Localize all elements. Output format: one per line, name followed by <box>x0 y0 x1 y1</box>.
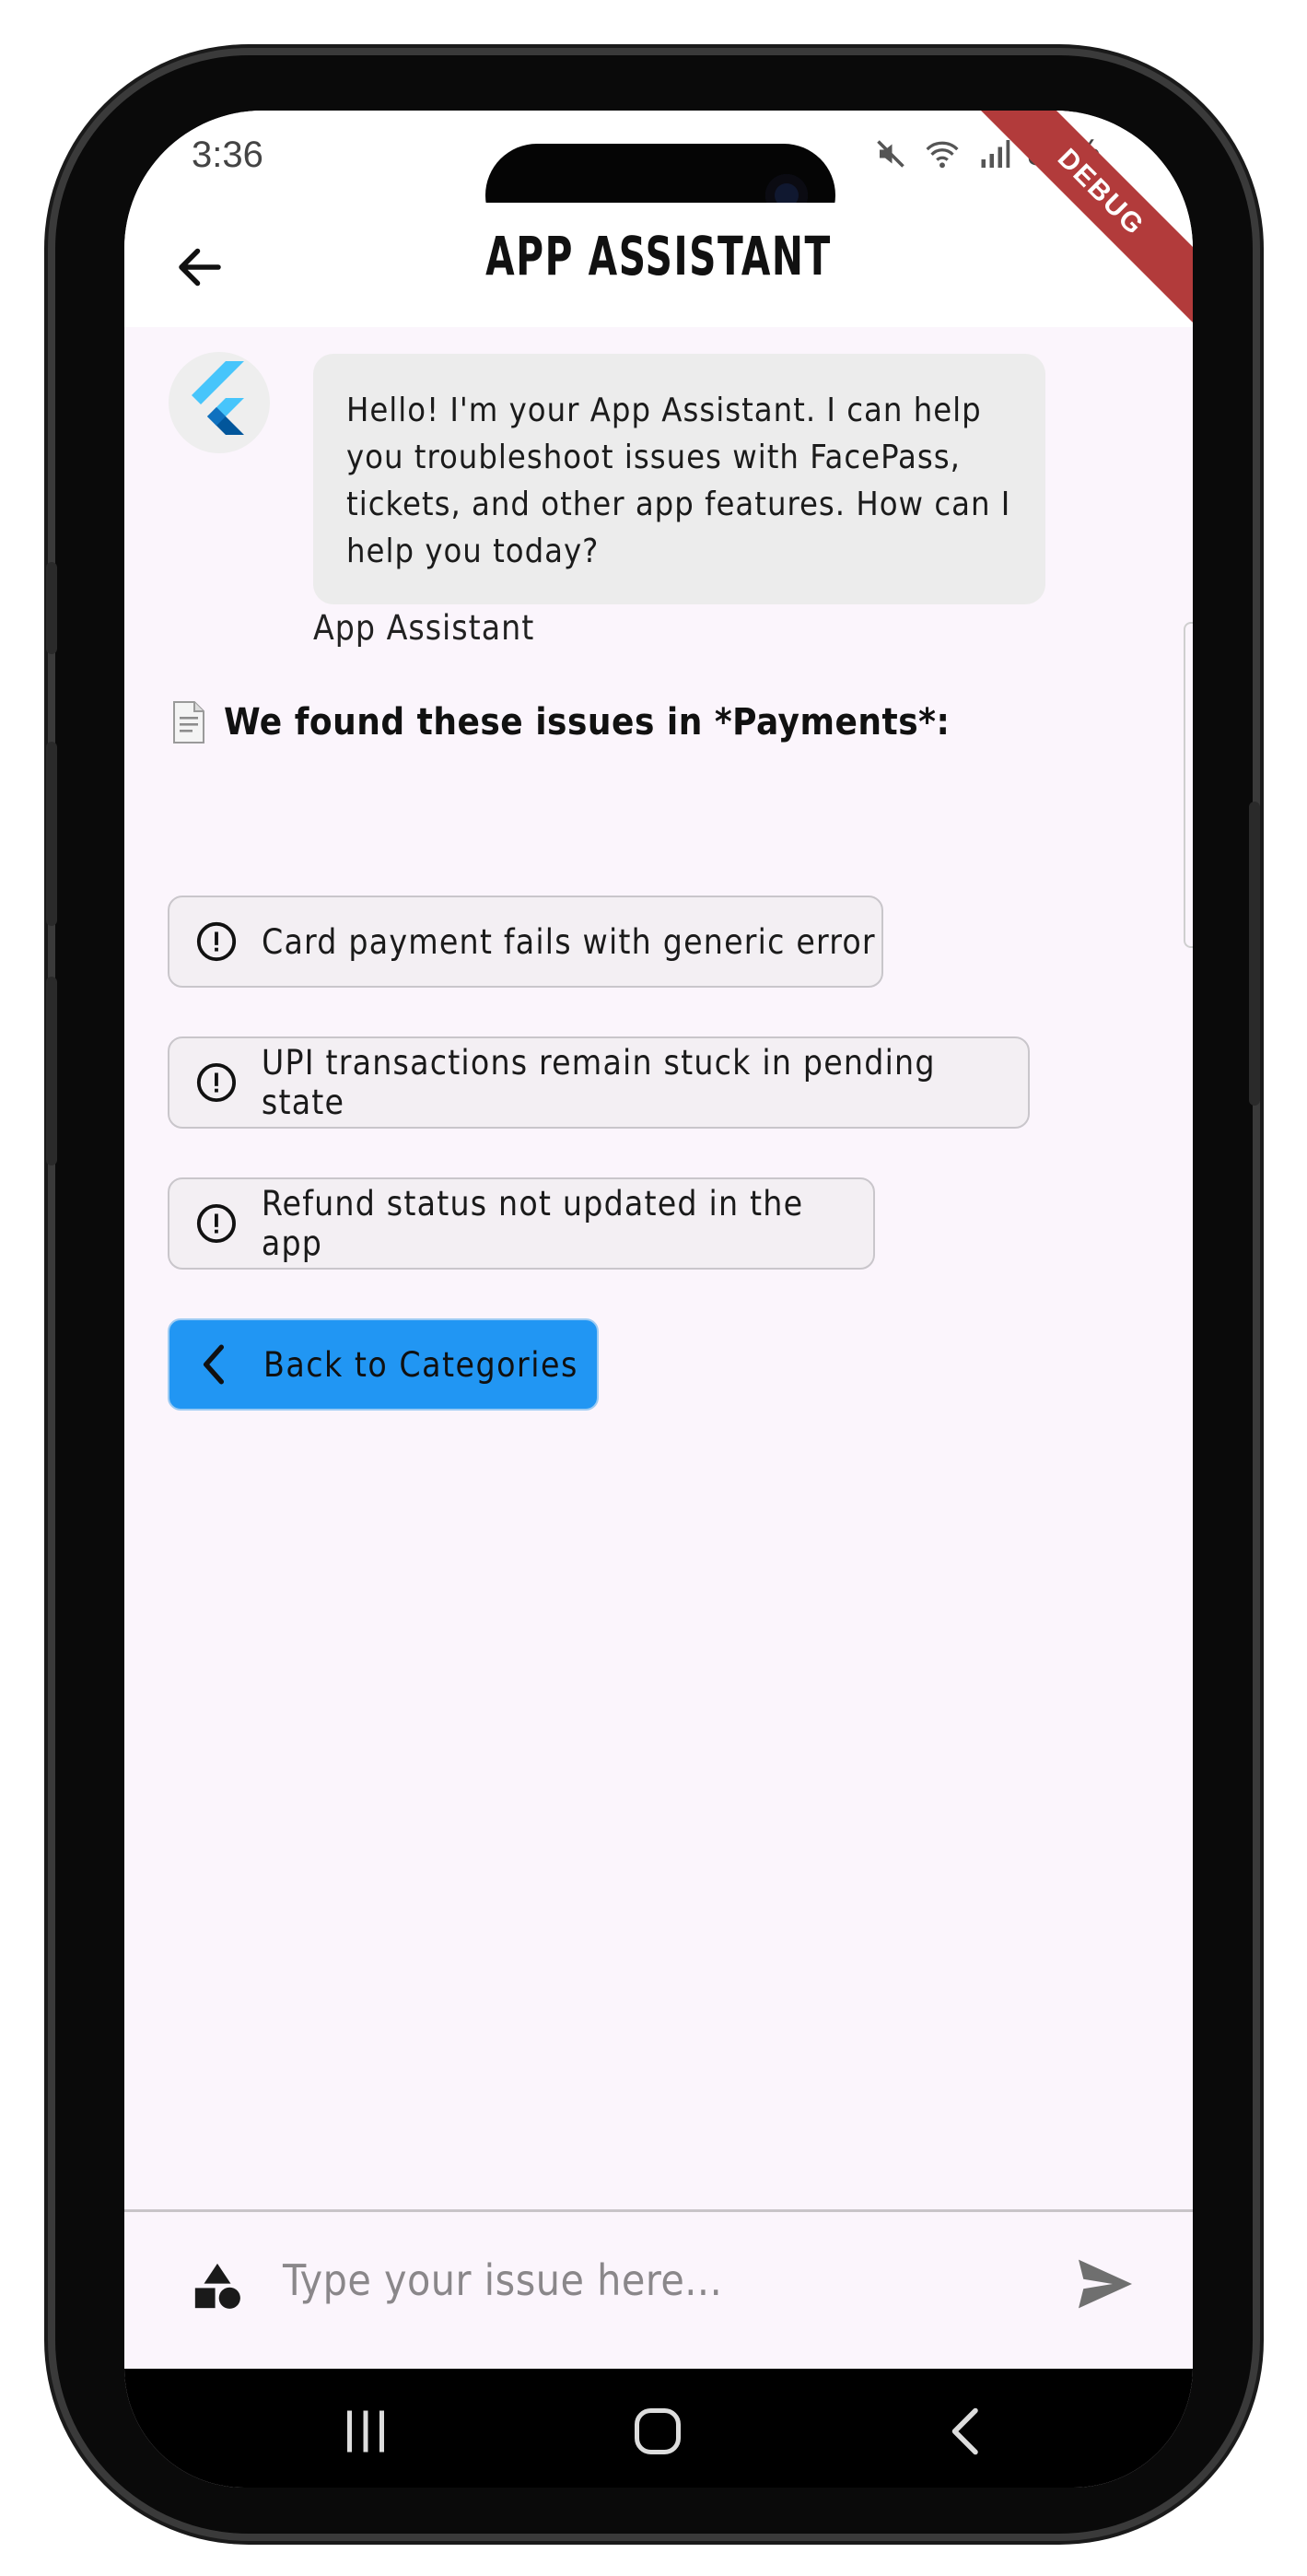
alert-circle-icon <box>196 1062 236 1103</box>
flutter-logo-icon <box>192 361 244 435</box>
document-icon <box>173 701 204 744</box>
back-to-categories-label: Back to Categories <box>263 1344 578 1385</box>
phone-side-button <box>46 562 57 654</box>
phone-side-button <box>1249 802 1260 1106</box>
alert-circle-icon <box>196 921 237 962</box>
back-to-categories-button[interactable]: Back to Categories <box>168 1318 599 1411</box>
mute-icon <box>877 139 904 168</box>
back-icon[interactable] <box>939 2404 994 2459</box>
home-icon[interactable] <box>630 2404 685 2459</box>
issue-option-label: Card payment fails with generic error <box>262 921 876 962</box>
bot-message-bubble: Hello! I'm your App Assistant. I can hel… <box>313 354 1045 604</box>
issue-option[interactable]: UPI transactions remain stuck in pending… <box>168 1036 1030 1129</box>
page-title: APP ASSISTANT <box>485 225 832 287</box>
issue-option[interactable]: Refund status not updated in the app <box>168 1177 875 1270</box>
phone-side-button <box>46 742 57 926</box>
recent-apps-icon[interactable] <box>338 2404 393 2459</box>
system-nav-bar <box>124 2369 1193 2488</box>
signal-icon <box>981 139 1010 168</box>
issue-option[interactable]: Card payment fails with generic error <box>168 896 883 988</box>
alert-circle-icon <box>196 1203 236 1244</box>
bot-avatar <box>169 352 270 453</box>
issue-option-label: Refund status not updated in the app <box>261 1184 804 1263</box>
shapes-icon[interactable] <box>191 2259 244 2313</box>
chevron-left-icon <box>203 1344 225 1385</box>
send-icon[interactable] <box>1075 2257 1136 2311</box>
issues-heading-text: We found these issues in *Payments*: <box>224 701 951 744</box>
status-time: 3:36 <box>192 135 263 175</box>
issues-heading: We found these issues in *Payments*: <box>169 700 950 744</box>
issue-option-label: UPI transactions remain stuck in pending… <box>261 1043 936 1122</box>
app-screen: 3:36 84% APP ASSISTANT DEBUG Hello! I'm … <box>124 111 1193 2488</box>
sender-name: App Assistant <box>313 608 535 648</box>
wifi-icon <box>926 141 959 168</box>
message-input[interactable]: Type your issue here... <box>283 2255 722 2305</box>
back-arrow-icon[interactable] <box>172 240 228 295</box>
scrollbar[interactable] <box>1184 622 1193 948</box>
phone-side-button <box>46 977 57 1165</box>
